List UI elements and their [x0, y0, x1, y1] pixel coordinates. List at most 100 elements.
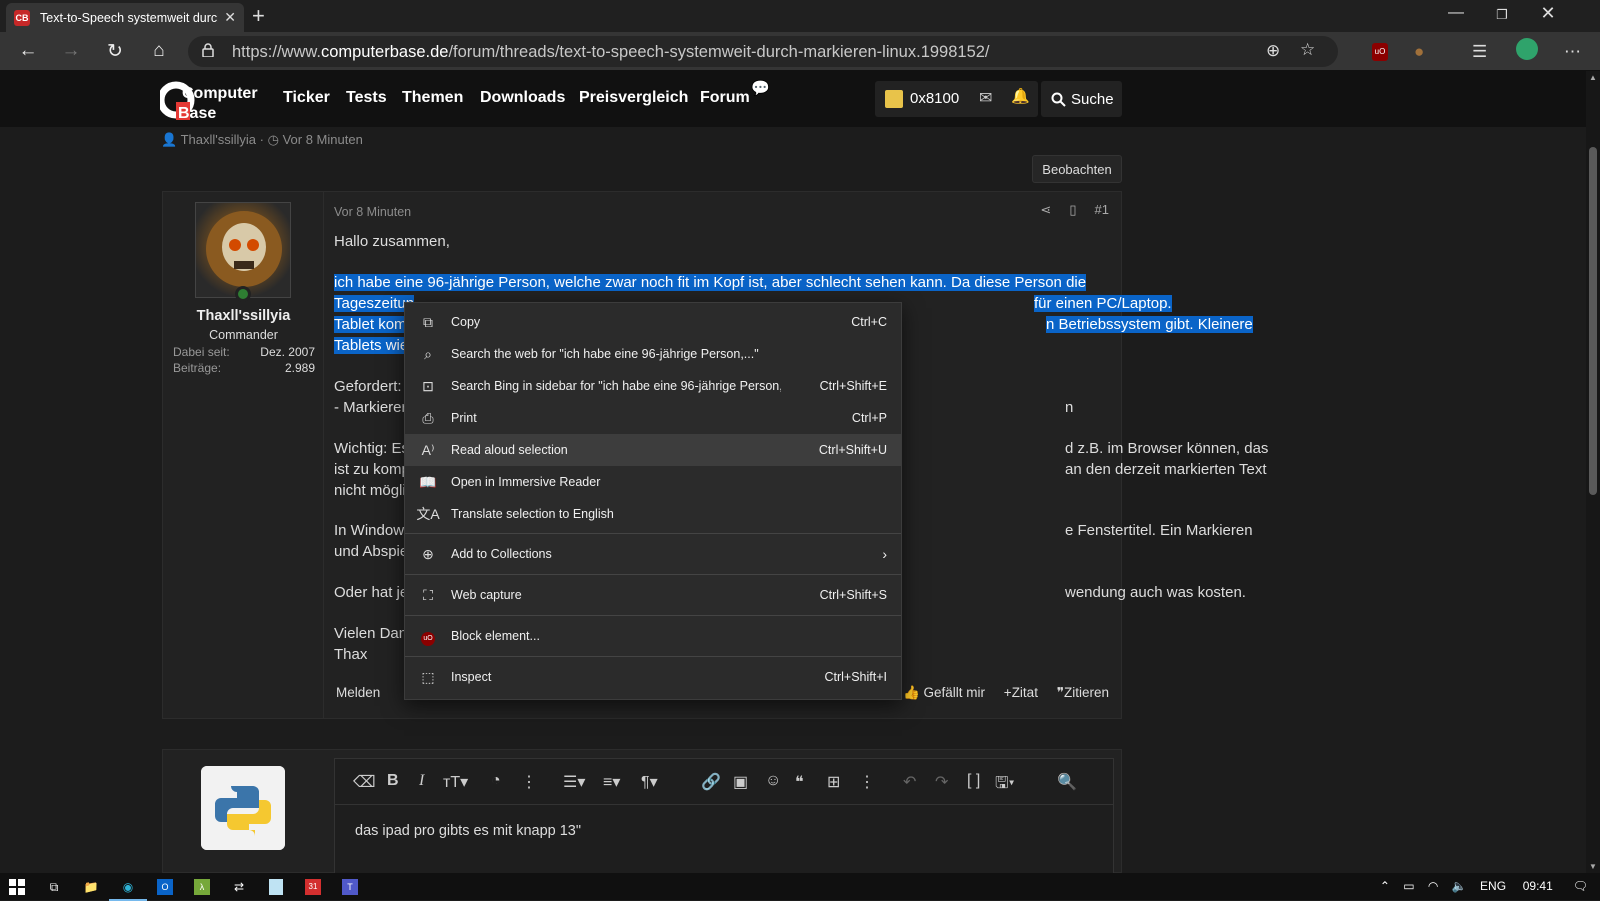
- plus-icon[interactable]: +: [1004, 685, 1012, 700]
- favorites-icon[interactable]: ☰: [1472, 42, 1487, 62]
- menu-item-add-collections[interactable]: ⊕ Add to Collections ›: [405, 537, 901, 571]
- reply-text[interactable]: das ipad pro gibts es mit knapp 13": [355, 823, 581, 839]
- url-bar[interactable]: https://www.computerbase.de/forum/thread…: [188, 36, 1338, 67]
- like-icon[interactable]: 👍: [903, 685, 920, 700]
- ublock-extension-icon[interactable]: uO: [1372, 39, 1388, 61]
- forward-icon[interactable]: →: [56, 40, 86, 62]
- palette-icon[interactable]: ◔: [491, 772, 501, 790]
- volume-icon[interactable]: 🔈: [1452, 879, 1467, 893]
- bookmark-icon[interactable]: ▯: [1069, 202, 1076, 217]
- task-view-icon[interactable]: ⧉: [43, 876, 65, 898]
- menu-item-web-capture[interactable]: ⛶ Web capture Ctrl+Shift+S: [405, 578, 901, 612]
- nav-forum[interactable]: Forum: [700, 89, 750, 107]
- new-tab-icon[interactable]: +: [252, 4, 265, 28]
- nav-preisvergleich[interactable]: Preisvergleich: [579, 89, 688, 107]
- nav-themen[interactable]: Themen: [402, 89, 463, 107]
- user-avatar[interactable]: [195, 202, 291, 298]
- battery-icon[interactable]: ▭: [1403, 879, 1414, 893]
- computerbase-logo[interactable]: Computer Base: [160, 78, 262, 122]
- add-favorite-plus-icon[interactable]: ⊕: [1266, 41, 1280, 61]
- reply-user-avatar[interactable]: [201, 766, 285, 850]
- bell-icon[interactable]: 🔔: [1011, 87, 1030, 105]
- scrollbar-thumb[interactable]: [1589, 147, 1597, 495]
- menu-item-print[interactable]: ⎙ Print Ctrl+P: [405, 402, 901, 434]
- browser-tab[interactable]: CB Text-to-Speech systemweit durch ✕: [6, 3, 244, 32]
- mail-icon[interactable]: ✉: [979, 88, 992, 108]
- back-icon[interactable]: ←: [13, 40, 43, 62]
- calendar-app-icon[interactable]: 31: [302, 876, 324, 898]
- tray-chevron-icon[interactable]: ⌃: [1380, 879, 1390, 893]
- post-number[interactable]: #1: [1095, 202, 1109, 217]
- smiley-icon[interactable]: ☺: [765, 772, 781, 790]
- link-icon[interactable]: 🔗: [701, 772, 721, 792]
- undo-icon[interactable]: ↶: [903, 772, 916, 792]
- menu-item-block-element[interactable]: uO Block element...: [405, 619, 901, 653]
- report-link[interactable]: Melden: [336, 685, 380, 700]
- table-icon[interactable]: ⊞: [827, 772, 840, 792]
- share-icon[interactable]: ⋖: [1040, 202, 1051, 217]
- extension-icon[interactable]: ●: [1414, 42, 1424, 62]
- page-scrollbar[interactable]: ▲ ▼: [1586, 71, 1600, 873]
- quote-icon[interactable]: ❞: [1057, 685, 1064, 700]
- thread-author[interactable]: Thaxll'ssillyia: [181, 132, 256, 147]
- italic-icon[interactable]: I: [419, 772, 424, 790]
- file-explorer-icon[interactable]: 📁: [80, 876, 102, 898]
- profile-avatar-icon[interactable]: [1516, 38, 1538, 65]
- menu-item-search-web[interactable]: ⌕ Search the web for "ich habe eine 96-j…: [405, 338, 901, 370]
- wifi-icon[interactable]: ◠: [1428, 879, 1438, 893]
- nav-downloads[interactable]: Downloads: [480, 89, 565, 107]
- language-indicator[interactable]: ENG: [1480, 879, 1506, 893]
- windows-start-icon[interactable]: [6, 876, 28, 898]
- post-time[interactable]: Vor 8 Minuten: [334, 205, 411, 219]
- settings-more-icon[interactable]: ⋯: [1564, 42, 1581, 62]
- image-icon[interactable]: ▣: [733, 772, 748, 792]
- menu-item-read-aloud[interactable]: A⁾ Read aloud selection Ctrl+Shift+U: [405, 434, 901, 466]
- bold-icon[interactable]: B: [387, 772, 399, 790]
- align-icon[interactable]: ≡▾: [603, 772, 620, 792]
- menu-item-translate[interactable]: 文A Translate selection to English: [405, 498, 901, 530]
- bbcode-icon[interactable]: [ ]: [967, 772, 980, 790]
- list-icon[interactable]: ☰▾: [563, 772, 585, 792]
- scroll-up-icon[interactable]: ▲: [1589, 73, 1597, 82]
- nav-tests[interactable]: Tests: [346, 89, 387, 107]
- paragraph-icon[interactable]: ¶▾: [641, 772, 658, 792]
- notifications-icon[interactable]: 🗨: [1573, 879, 1588, 893]
- teams-icon[interactable]: T: [339, 876, 361, 898]
- menu-item-inspect[interactable]: ⬚ Inspect Ctrl+Shift+I: [405, 660, 901, 694]
- user-menu[interactable]: 0x8100 ✉ 🔔: [875, 81, 1038, 117]
- app-green-icon[interactable]: λ: [191, 876, 213, 898]
- post-username[interactable]: Thaxll'ssillyia: [163, 308, 324, 324]
- window-close-icon[interactable]: ✕: [1528, 3, 1568, 24]
- menu-item-copy[interactable]: ⧉ Copy Ctrl+C: [405, 306, 901, 338]
- favorite-star-icon[interactable]: ☆: [1300, 40, 1315, 60]
- save-draft-icon[interactable]: 🖫▾: [995, 772, 1015, 799]
- minimize-icon[interactable]: —: [1436, 4, 1476, 22]
- font-size-icon[interactable]: тT▾: [443, 772, 468, 792]
- quote-button[interactable]: Zitieren: [1064, 685, 1109, 700]
- outlook-icon[interactable]: O: [154, 876, 176, 898]
- like-button[interactable]: Gefällt mir: [924, 685, 986, 700]
- network-tool-icon[interactable]: ⇄: [228, 876, 250, 898]
- clock[interactable]: 09:41: [1523, 879, 1553, 893]
- chat-bubbles-icon[interactable]: 💬: [751, 79, 770, 97]
- edge-browser-icon[interactable]: ◉: [109, 876, 147, 901]
- reply-editor[interactable]: ⌫ B I тT▾ ◔ ⋮ ☰▾ ≡▾ ¶▾ 🔗 ▣ ☺ ❝ ⊞ ⋮ ↶ ↷ […: [334, 758, 1114, 874]
- nav-ticker[interactable]: Ticker: [283, 89, 330, 107]
- menu-item-immersive-reader[interactable]: 📖 Open in Immersive Reader: [405, 466, 901, 498]
- quote-plus-button[interactable]: Zitat: [1012, 685, 1038, 700]
- search-button[interactable]: Suche: [1041, 81, 1122, 117]
- eraser-icon[interactable]: ⌫: [353, 772, 376, 792]
- home-icon[interactable]: ⌂: [144, 40, 174, 62]
- menu-item-search-bing-sidebar[interactable]: ⊡ Search Bing in sidebar for "ich habe e…: [405, 370, 901, 402]
- watch-button[interactable]: Beobachten: [1032, 155, 1122, 183]
- more-vertical-2-icon[interactable]: ⋮: [859, 772, 875, 792]
- restore-icon[interactable]: ❐: [1482, 7, 1522, 23]
- quote-block-icon[interactable]: ❝: [795, 772, 804, 792]
- refresh-icon[interactable]: ↻: [100, 40, 130, 63]
- preview-icon[interactable]: 🔍: [1057, 772, 1077, 792]
- notepad-icon[interactable]: [265, 876, 287, 898]
- redo-icon[interactable]: ↷: [935, 772, 948, 792]
- close-tab-icon[interactable]: ✕: [224, 9, 236, 26]
- more-vertical-icon[interactable]: ⋮: [521, 772, 537, 792]
- scroll-down-icon[interactable]: ▼: [1589, 862, 1597, 871]
